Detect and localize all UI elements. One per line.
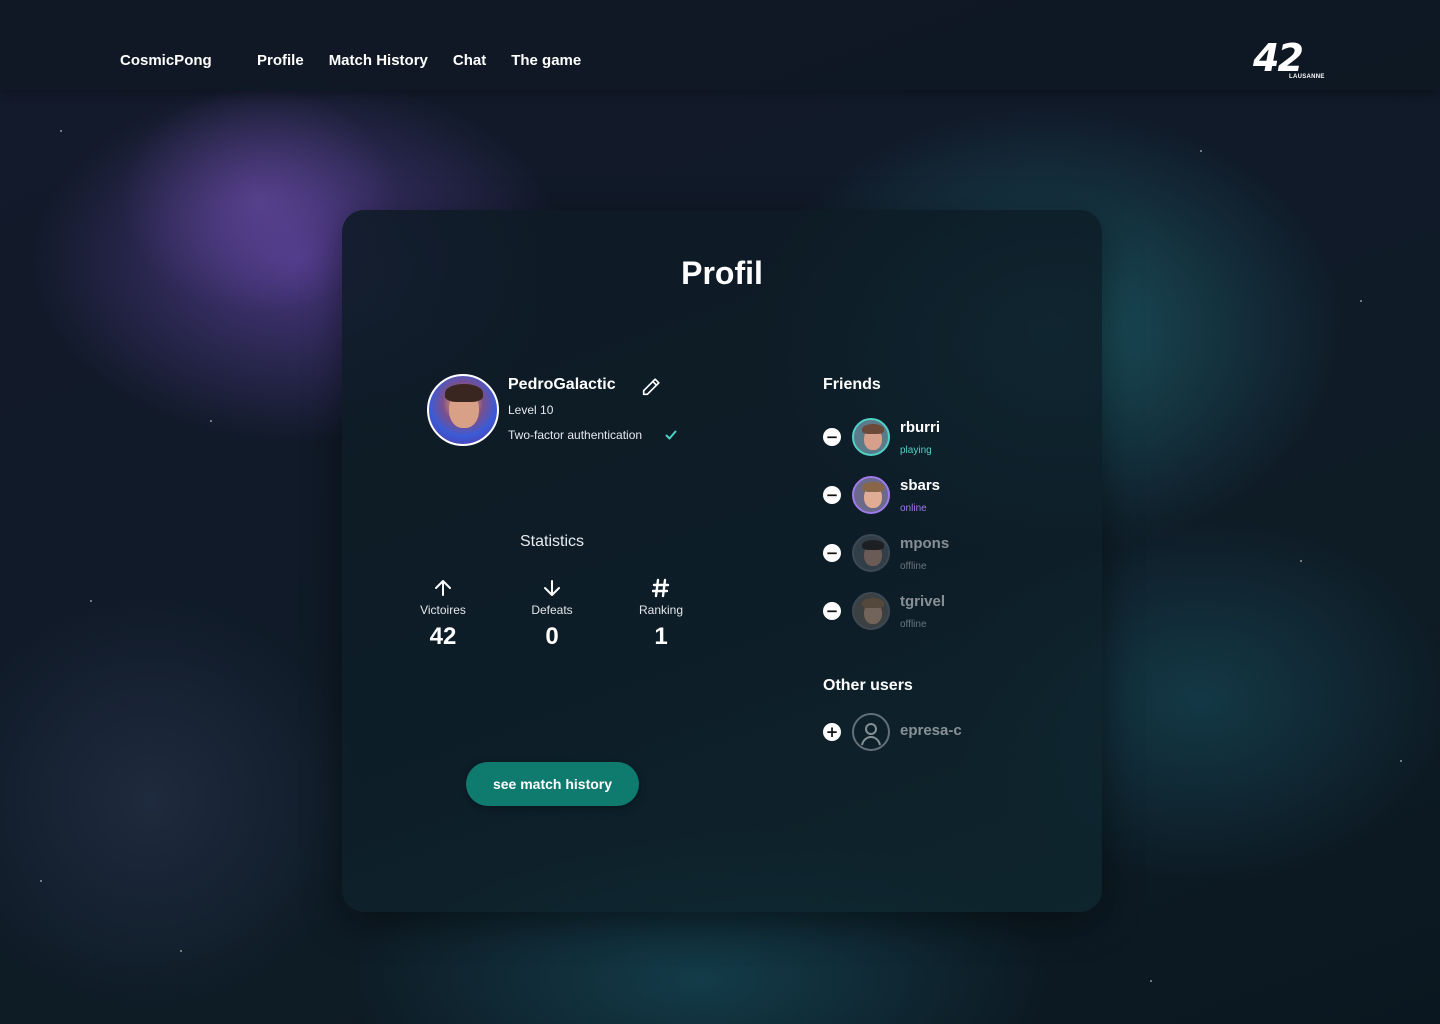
friend-name[interactable]: sbars	[900, 477, 940, 494]
friend-status: playing	[900, 445, 932, 456]
friend-avatar	[852, 418, 890, 456]
remove-friend-button[interactable]: −	[823, 428, 841, 446]
minus-icon: −	[825, 427, 839, 446]
remove-friend-button[interactable]: −	[823, 602, 841, 620]
friend-item-sbars: − sbars online	[823, 476, 1023, 526]
stat-label: Ranking	[638, 603, 684, 617]
avatar-hair	[862, 598, 884, 608]
nav-link-chat[interactable]: Chat	[453, 52, 486, 69]
other-users-title: Other users	[823, 677, 913, 694]
nav-link-the-game[interactable]: The game	[511, 52, 581, 69]
main-nav: Profile Match History Chat The game	[257, 52, 581, 69]
profile-card: Profil PedroGalactic Level 10 Two-factor…	[342, 210, 1102, 912]
username: PedroGalactic	[508, 376, 616, 393]
remove-friend-button[interactable]: −	[823, 486, 841, 504]
nav-link-match-history[interactable]: Match History	[329, 52, 428, 69]
minus-icon: −	[825, 485, 839, 504]
friend-avatar	[852, 592, 890, 630]
minus-icon: −	[825, 601, 839, 620]
stat-value: 1	[654, 623, 668, 650]
stat-victories: Victoires 42	[398, 577, 488, 651]
user-placeholder-icon	[852, 713, 890, 751]
hash-icon	[616, 577, 706, 599]
friends-title: Friends	[823, 376, 881, 393]
see-match-history-button[interactable]: see match history	[466, 762, 639, 806]
remove-friend-button[interactable]: −	[823, 544, 841, 562]
friend-avatar	[852, 476, 890, 514]
arrow-up-icon	[398, 577, 488, 599]
checkmark-icon[interactable]	[664, 428, 678, 442]
stat-label: Victoires	[420, 603, 466, 617]
two-factor-label: Two-factor authentication	[508, 428, 643, 442]
stat-label: Defeats	[531, 603, 573, 617]
arrow-down-icon	[507, 577, 597, 599]
pencil-icon[interactable]	[640, 376, 662, 398]
friend-status: offline	[900, 619, 927, 630]
avatar-hair	[445, 384, 483, 402]
avatar-hair	[862, 540, 884, 550]
stat-defeats: Defeats 0	[507, 577, 597, 651]
user-avatar	[427, 374, 499, 446]
friend-item-mpons: − mpons offline	[823, 534, 1023, 584]
logo-number: 42	[1253, 36, 1304, 80]
plus-icon: +	[825, 722, 839, 741]
minus-icon: −	[825, 543, 839, 562]
avatar-hair	[862, 424, 884, 434]
school-42-logo: 42 LAUSANNE	[1253, 36, 1328, 82]
friend-avatar	[852, 534, 890, 572]
stat-value: 42	[429, 623, 457, 650]
friend-name[interactable]: rburri	[900, 419, 940, 436]
page-title: Profil	[681, 255, 763, 291]
add-friend-button[interactable]: +	[823, 723, 841, 741]
top-navigation-bar: CosmicPong Profile Match History Chat Th…	[0, 0, 1440, 90]
friend-status: online	[900, 503, 927, 514]
user-name[interactable]: epresa-c	[900, 722, 962, 739]
nav-link-profile[interactable]: Profile	[257, 52, 304, 69]
avatar-hair	[862, 482, 884, 492]
friend-status: offline	[900, 561, 927, 572]
logo-subtitle: LAUSANNE	[1289, 74, 1325, 80]
friend-name[interactable]: mpons	[900, 535, 949, 552]
user-level: Level 10	[508, 403, 554, 417]
brand-name[interactable]: CosmicPong	[120, 52, 212, 69]
stat-ranking: Ranking 1	[616, 577, 706, 651]
friend-item-tgrivel: − tgrivel offline	[823, 592, 1023, 642]
statistics-title: Statistics	[519, 533, 584, 550]
other-user-item-epresa-c: + epresa-c	[823, 713, 1023, 763]
friend-name[interactable]: tgrivel	[900, 593, 945, 610]
stat-value: 0	[545, 623, 559, 650]
friend-item-rburri: − rburri playing	[823, 418, 1023, 468]
